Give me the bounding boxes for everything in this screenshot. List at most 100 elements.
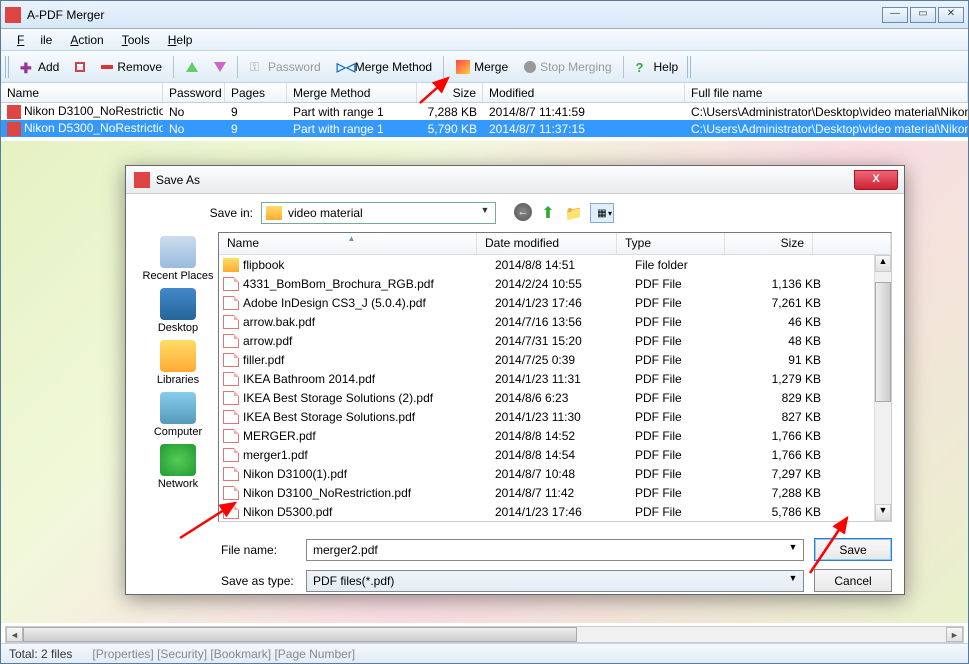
- type-label: Save as type:: [221, 574, 296, 588]
- list-row[interactable]: Nikon D3100_NoRestriction... No 9 Part w…: [1, 103, 968, 120]
- vertical-scrollbar[interactable]: ▲ ▼: [874, 255, 891, 521]
- dialog-body: Save in: video material ▼ ← ⬆ 📁 ▦ Recent…: [126, 194, 904, 530]
- window-title: A-PDF Merger: [27, 8, 882, 22]
- back-button[interactable]: ←: [514, 203, 532, 221]
- col-password[interactable]: Password: [163, 83, 225, 102]
- close-button[interactable]: ✕: [938, 7, 964, 23]
- stop-merging-button[interactable]: Stop Merging: [517, 56, 618, 78]
- col-full-filename[interactable]: Full file name: [685, 83, 968, 102]
- file-row[interactable]: Nikon D3100_NoRestriction.pdf 2014/8/7 1…: [219, 483, 874, 502]
- menu-file[interactable]: File: [9, 31, 60, 49]
- file-row[interactable]: merger1.pdf 2014/8/8 14:54 PDF File 1,76…: [219, 445, 874, 464]
- password-button[interactable]: ⚿Password: [243, 56, 328, 78]
- scroll-track[interactable]: [23, 627, 946, 642]
- pdf-icon: [223, 334, 239, 348]
- network-icon: [160, 444, 196, 476]
- pdf-icon: [223, 296, 239, 310]
- file-row[interactable]: filler.pdf 2014/7/25 0:39 PDF File 91 KB: [219, 350, 874, 369]
- dialog-icon: [134, 172, 150, 188]
- header-name[interactable]: Name▲: [219, 233, 477, 254]
- file-row[interactable]: Nikon D5300.pdf 2014/1/23 17:46 PDF File…: [219, 502, 874, 521]
- add-button[interactable]: ✚Add: [13, 56, 66, 78]
- save-in-combo[interactable]: video material ▼: [261, 202, 496, 224]
- titlebar[interactable]: A-PDF Merger — ▭ ✕: [1, 1, 968, 29]
- file-panel: Name▲ Date modified Type Size flipbook 2…: [218, 232, 892, 522]
- move-down-button[interactable]: [207, 58, 233, 76]
- filename-input[interactable]: merger2.pdf ▼: [306, 539, 804, 561]
- pdf-icon: [223, 448, 239, 462]
- view-menu-button[interactable]: ▦: [590, 203, 614, 223]
- minimize-button[interactable]: —: [882, 7, 908, 23]
- stop-icon: [524, 61, 536, 73]
- header-type[interactable]: Type: [617, 233, 725, 254]
- type-select[interactable]: PDF files(*.pdf) ▼: [306, 570, 804, 592]
- dialog-main: Recent Places Desktop Libraries Computer…: [138, 232, 892, 522]
- file-row[interactable]: Adobe InDesign CS3_J (5.0.4).pdf 2014/1/…: [219, 293, 874, 312]
- file-row[interactable]: IKEA Bathroom 2014.pdf 2014/1/23 11:31 P…: [219, 369, 874, 388]
- chevron-down-icon: ▼: [785, 542, 801, 558]
- pdf-icon: [223, 277, 239, 291]
- scroll-right-button[interactable]: ►: [946, 627, 963, 642]
- maximize-button[interactable]: ▭: [910, 7, 936, 23]
- col-pages[interactable]: Pages: [225, 83, 287, 102]
- pdf-icon: [223, 353, 239, 367]
- list-header: Name Password Pages Merge Method Size Mo…: [1, 83, 968, 103]
- col-size[interactable]: Size: [417, 83, 483, 102]
- chevron-down-icon: ▼: [477, 205, 493, 221]
- separator: [237, 56, 239, 78]
- place-recent[interactable]: Recent Places: [143, 236, 214, 282]
- recent-icon: [160, 236, 196, 268]
- file-list: Nikon D3100_NoRestriction... No 9 Part w…: [1, 103, 968, 137]
- status-total: Total: 2 files: [9, 647, 72, 661]
- scroll-up-button[interactable]: ▲: [875, 255, 891, 272]
- file-row[interactable]: IKEA Best Storage Solutions (2).pdf 2014…: [219, 388, 874, 407]
- file-row[interactable]: flipbook 2014/8/8 14:51 File folder: [219, 255, 874, 274]
- move-up-button[interactable]: [179, 58, 205, 76]
- place-network[interactable]: Network: [158, 444, 198, 490]
- list-row[interactable]: Nikon D5300_NoRestriction... No 9 Part w…: [1, 120, 968, 137]
- filename-label: File name:: [221, 543, 296, 557]
- up-button[interactable]: ⬆: [538, 203, 558, 223]
- pdf-icon: [7, 105, 21, 119]
- toolbar-grip[interactable]: [687, 56, 693, 78]
- scroll-down-button[interactable]: ▼: [875, 504, 891, 521]
- window-buttons: — ▭ ✕: [882, 7, 964, 23]
- col-merge-method[interactable]: Merge Method: [287, 83, 417, 102]
- file-row[interactable]: MERGER.pdf 2014/8/8 14:52 PDF File 1,766…: [219, 426, 874, 445]
- file-row[interactable]: IKEA Best Storage Solutions.pdf 2014/1/2…: [219, 407, 874, 426]
- file-row[interactable]: arrow.pdf 2014/7/31 15:20 PDF File 48 KB: [219, 331, 874, 350]
- place-computer[interactable]: Computer: [154, 392, 202, 438]
- separator: [443, 56, 445, 78]
- cancel-button[interactable]: Cancel: [814, 569, 892, 592]
- dialog-titlebar[interactable]: Save As X: [126, 166, 904, 194]
- horizontal-scrollbar[interactable]: ◄ ►: [5, 626, 964, 643]
- place-desktop[interactable]: Desktop: [158, 288, 198, 334]
- col-modified[interactable]: Modified: [483, 83, 685, 102]
- separator: [173, 56, 175, 78]
- scroll-left-button[interactable]: ◄: [6, 627, 23, 642]
- add-blank-button[interactable]: [68, 58, 92, 76]
- place-libraries[interactable]: Libraries: [157, 340, 199, 386]
- save-button[interactable]: Save: [814, 538, 892, 561]
- col-name[interactable]: Name: [1, 83, 163, 102]
- header-date[interactable]: Date modified: [477, 233, 617, 254]
- scroll-track[interactable]: [875, 272, 891, 504]
- help-button[interactable]: ?Help: [629, 56, 686, 78]
- dialog-close-button[interactable]: X: [854, 170, 898, 190]
- scroll-thumb[interactable]: [23, 627, 577, 642]
- file-row[interactable]: arrow.bak.pdf 2014/7/16 13:56 PDF File 4…: [219, 312, 874, 331]
- menu-action[interactable]: Action: [62, 31, 111, 49]
- toolbar-grip[interactable]: [5, 56, 11, 78]
- file-row[interactable]: Nikon D3100(1).pdf 2014/8/7 10:48 PDF Fi…: [219, 464, 874, 483]
- sort-asc-icon: ▲: [348, 234, 356, 243]
- remove-button[interactable]: Remove: [94, 56, 169, 78]
- merge-method-button[interactable]: ▷◁Merge Method: [330, 56, 439, 78]
- menu-help[interactable]: Help: [160, 31, 201, 49]
- merge-button[interactable]: Merge: [449, 56, 515, 78]
- menu-tools[interactable]: Tools: [114, 31, 158, 49]
- file-row[interactable]: 4331_BomBom_Brochura_RGB.pdf 2014/2/24 1…: [219, 274, 874, 293]
- header-size[interactable]: Size: [725, 233, 813, 254]
- scroll-thumb[interactable]: [875, 282, 891, 402]
- new-folder-button[interactable]: 📁: [564, 203, 584, 223]
- save-in-value: video material: [288, 206, 363, 220]
